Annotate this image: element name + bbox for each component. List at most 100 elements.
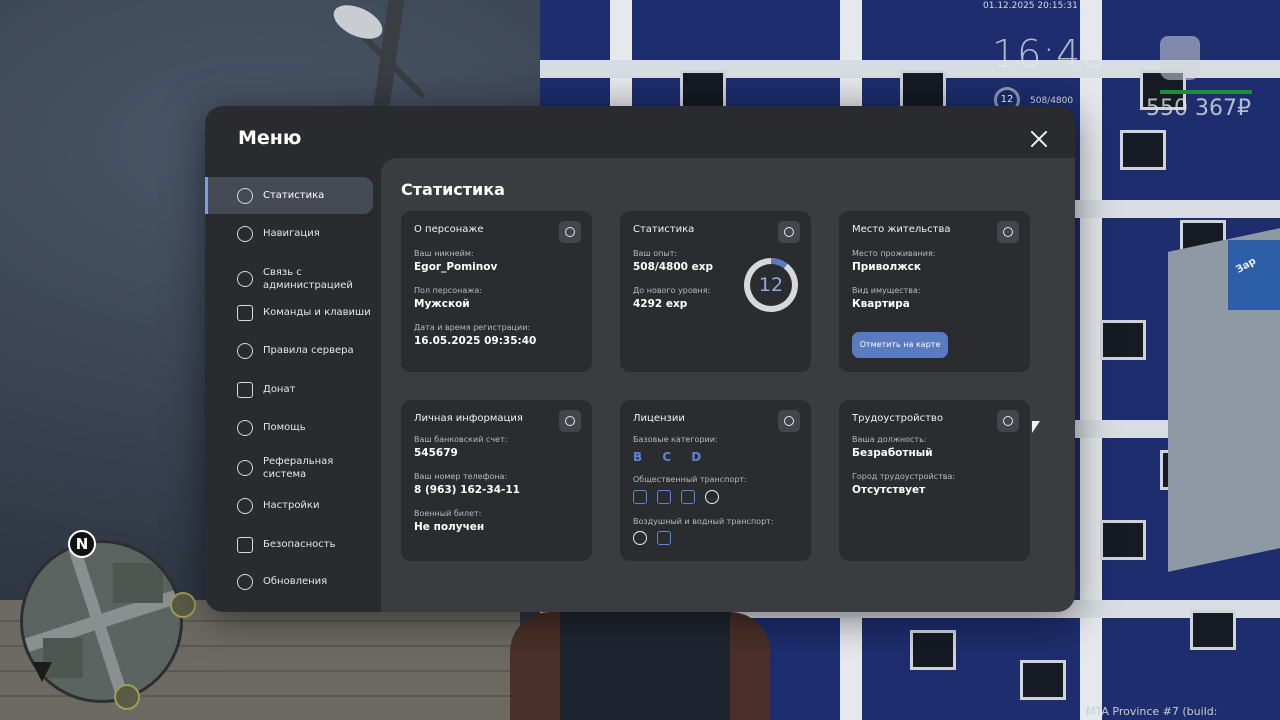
sidebar-item-settings[interactable]: Настройки [205,487,373,524]
close-button[interactable] [1027,127,1051,151]
sidebar-item-label: Навигация [263,228,320,239]
field-label: До нового уровня: [633,286,711,295]
field-phone: Ваш номер телефона: 8 (963) 162-34-11 [414,472,520,496]
level-number: 12 [750,264,792,306]
sidebar-item-label: Команды и клавиши [263,307,371,318]
field-label: Военный билет: [414,509,482,518]
field-label: Общественный транспорт: [633,475,747,484]
build-info: MTA Province #7 (build: 6.12421.9) [1086,705,1218,720]
field-label: Пол персонажа: [414,286,483,295]
field-value: Не получен [414,521,485,533]
field-place: Место проживания: Приволжск [852,249,935,273]
field-value: 8 (963) 162-34-11 [414,484,520,496]
card-title: О персонаже [414,224,484,235]
field-value: Отсутствует [852,484,926,496]
field-label: Базовые категории: [633,435,718,444]
field-military: Военный билет: Не получен [414,509,484,533]
field-bank: Ваш банковский счет: 545679 [414,435,507,459]
field-label: Ваш банковский счет: [414,435,508,444]
plane-icon [633,531,647,545]
sidebar-item-security[interactable]: Безопасность [205,526,373,563]
field-public-transport: Общественный транспорт: [633,475,747,484]
sidebar-item-label: Помощь [263,422,306,433]
sidebar-item-admin-contact[interactable]: Связь с администрацией [205,260,373,297]
mark-on-map-button[interactable]: Отметить на карте [852,332,948,358]
sidebar-item-help[interactable]: Помощь [205,409,373,446]
hud-health-bar [1160,90,1252,94]
field-value: Egor_Pominov [414,261,498,273]
gear-icon [237,497,253,514]
public-transport-icons [633,490,719,504]
field-gender: Пол персонажа: Мужской [414,286,482,310]
map-marker-icon [170,592,196,618]
shield-icon [237,536,253,553]
compass-icon [237,225,253,242]
field-value: Безработный [852,447,933,459]
field-value: Квартира [852,298,910,310]
air-water-transport-icons [633,531,671,545]
hud-datetime: 01.12.2025 20:15:31 [983,1,1078,11]
minimap-north-icon: N [68,530,96,558]
bus-icon [633,490,647,504]
background-sign-banner: Зар [1228,240,1280,310]
tram-icon [681,490,695,504]
content-panel: Статистика О персонаже Ваш никнейм: Egor… [381,158,1075,612]
field-label: Воздушный и водный транспорт: [633,517,774,526]
field-exp: Ваш опыт: 508/4800 exp [633,249,713,273]
sidebar-item-label: Настройки [263,500,320,511]
license-categories: B C D [633,450,710,464]
field-employment-city: Город трудоустройства: Отсутствует [852,472,955,496]
field-nickname: Ваш никнейм: Egor_Pominov [414,249,497,273]
scales-icon [237,342,253,359]
sidebar-item-commands[interactable]: Команды и клавиши [205,294,373,331]
handshake-icon [237,419,253,436]
player-character-body [560,612,730,720]
sidebar-item-label: Статистика [263,190,325,201]
sidebar-item-updates[interactable]: Обновления [205,563,373,600]
sidebar: Статистика Навигация Связь с администрац… [205,176,380,612]
user-icon [559,221,581,243]
sidebar-item-referral[interactable]: Реферальная система [205,449,373,486]
sidebar-item-label: Донат [263,384,296,395]
hud-money: 550 367₽ [1146,96,1251,121]
sidebar-item-statistics[interactable]: Статистика [205,177,373,214]
card-title: Трудоустройство [852,413,943,424]
headset-icon [237,270,253,287]
sidebar-item-label: Правила сервера [263,345,354,356]
sidebar-item-navigation[interactable]: Навигация [205,215,373,252]
hud-exp: 508/4800 [1030,96,1074,106]
player-arrow-icon [32,662,52,682]
list-icon [237,304,253,321]
card-statistics: Статистика Ваш опыт: 508/4800 exp До нов… [620,211,811,372]
field-label: Город трудоустройства: [852,472,956,481]
sidebar-item-donate[interactable]: Донат [205,371,373,408]
field-property: Вид имущества: Квартира [852,286,921,310]
metro-icon [705,490,719,504]
hud-clock: 16:48 [992,32,1107,76]
card-title: Лицензии [633,413,685,424]
field-label: Ваш никнейм: [414,249,474,258]
field-air-water-transport: Воздушный и водный транспорт: [633,517,774,526]
clock-icon [778,221,800,243]
map-marker-icon [114,684,140,710]
field-next-level: До нового уровня: 4292 exp [633,286,710,310]
fist-icon [1160,36,1200,80]
field-label: Дата и время регистрации: [414,323,531,332]
field-label: Место проживания: [852,249,936,258]
level-progress-ring: 12 [744,258,798,312]
network-icon [237,459,253,476]
page-title: Статистика [401,180,505,199]
card-title: Личная информация [414,413,523,424]
sign-text: Зар [1234,255,1259,276]
boat-icon [657,531,671,545]
sidebar-item-label: Обновления [263,576,328,587]
sidebar-item-label: Реферальная система [263,455,334,480]
sidebar-item-rules[interactable]: Правила сервера [205,332,373,369]
card-employment: Трудоустройство Ваша должность: Безработ… [839,400,1030,561]
field-position: Ваша должность: Безработный [852,435,933,459]
pie-chart-icon [237,187,253,204]
card-title: Статистика [633,224,695,235]
house-icon [997,221,1019,243]
field-value: Приволжск [852,261,922,273]
field-value: Мужской [414,298,470,310]
